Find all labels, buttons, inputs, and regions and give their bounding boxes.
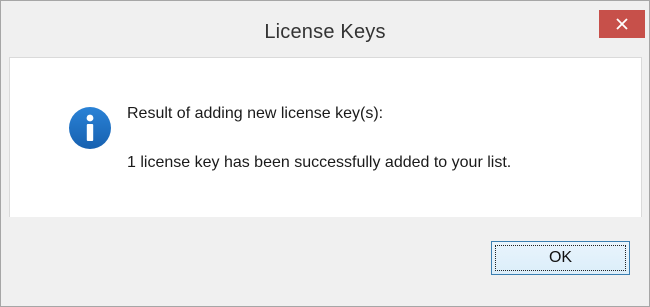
ok-button-label: OK [495, 245, 626, 271]
title-bar[interactable]: License Keys [1, 1, 649, 57]
license-keys-dialog: License Keys Result of adding new licens… [0, 0, 650, 307]
close-icon [616, 18, 628, 30]
close-button[interactable] [599, 10, 645, 38]
result-heading: Result of adding new license key(s): [127, 105, 384, 122]
button-bar: OK [9, 217, 641, 297]
result-message: 1 license key has been successfully adde… [127, 154, 512, 171]
window-title: License Keys [264, 21, 386, 43]
ok-button[interactable]: OK [491, 241, 630, 275]
message-area: Result of adding new license key(s): 1 l… [9, 57, 642, 217]
info-icon [69, 107, 111, 149]
